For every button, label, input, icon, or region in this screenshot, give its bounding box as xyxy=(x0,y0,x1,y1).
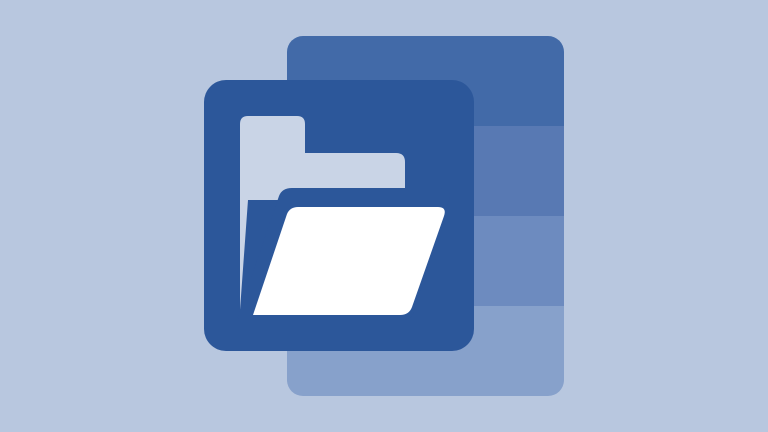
file-explorer-logo xyxy=(204,36,564,396)
icon-canvas xyxy=(0,0,768,432)
